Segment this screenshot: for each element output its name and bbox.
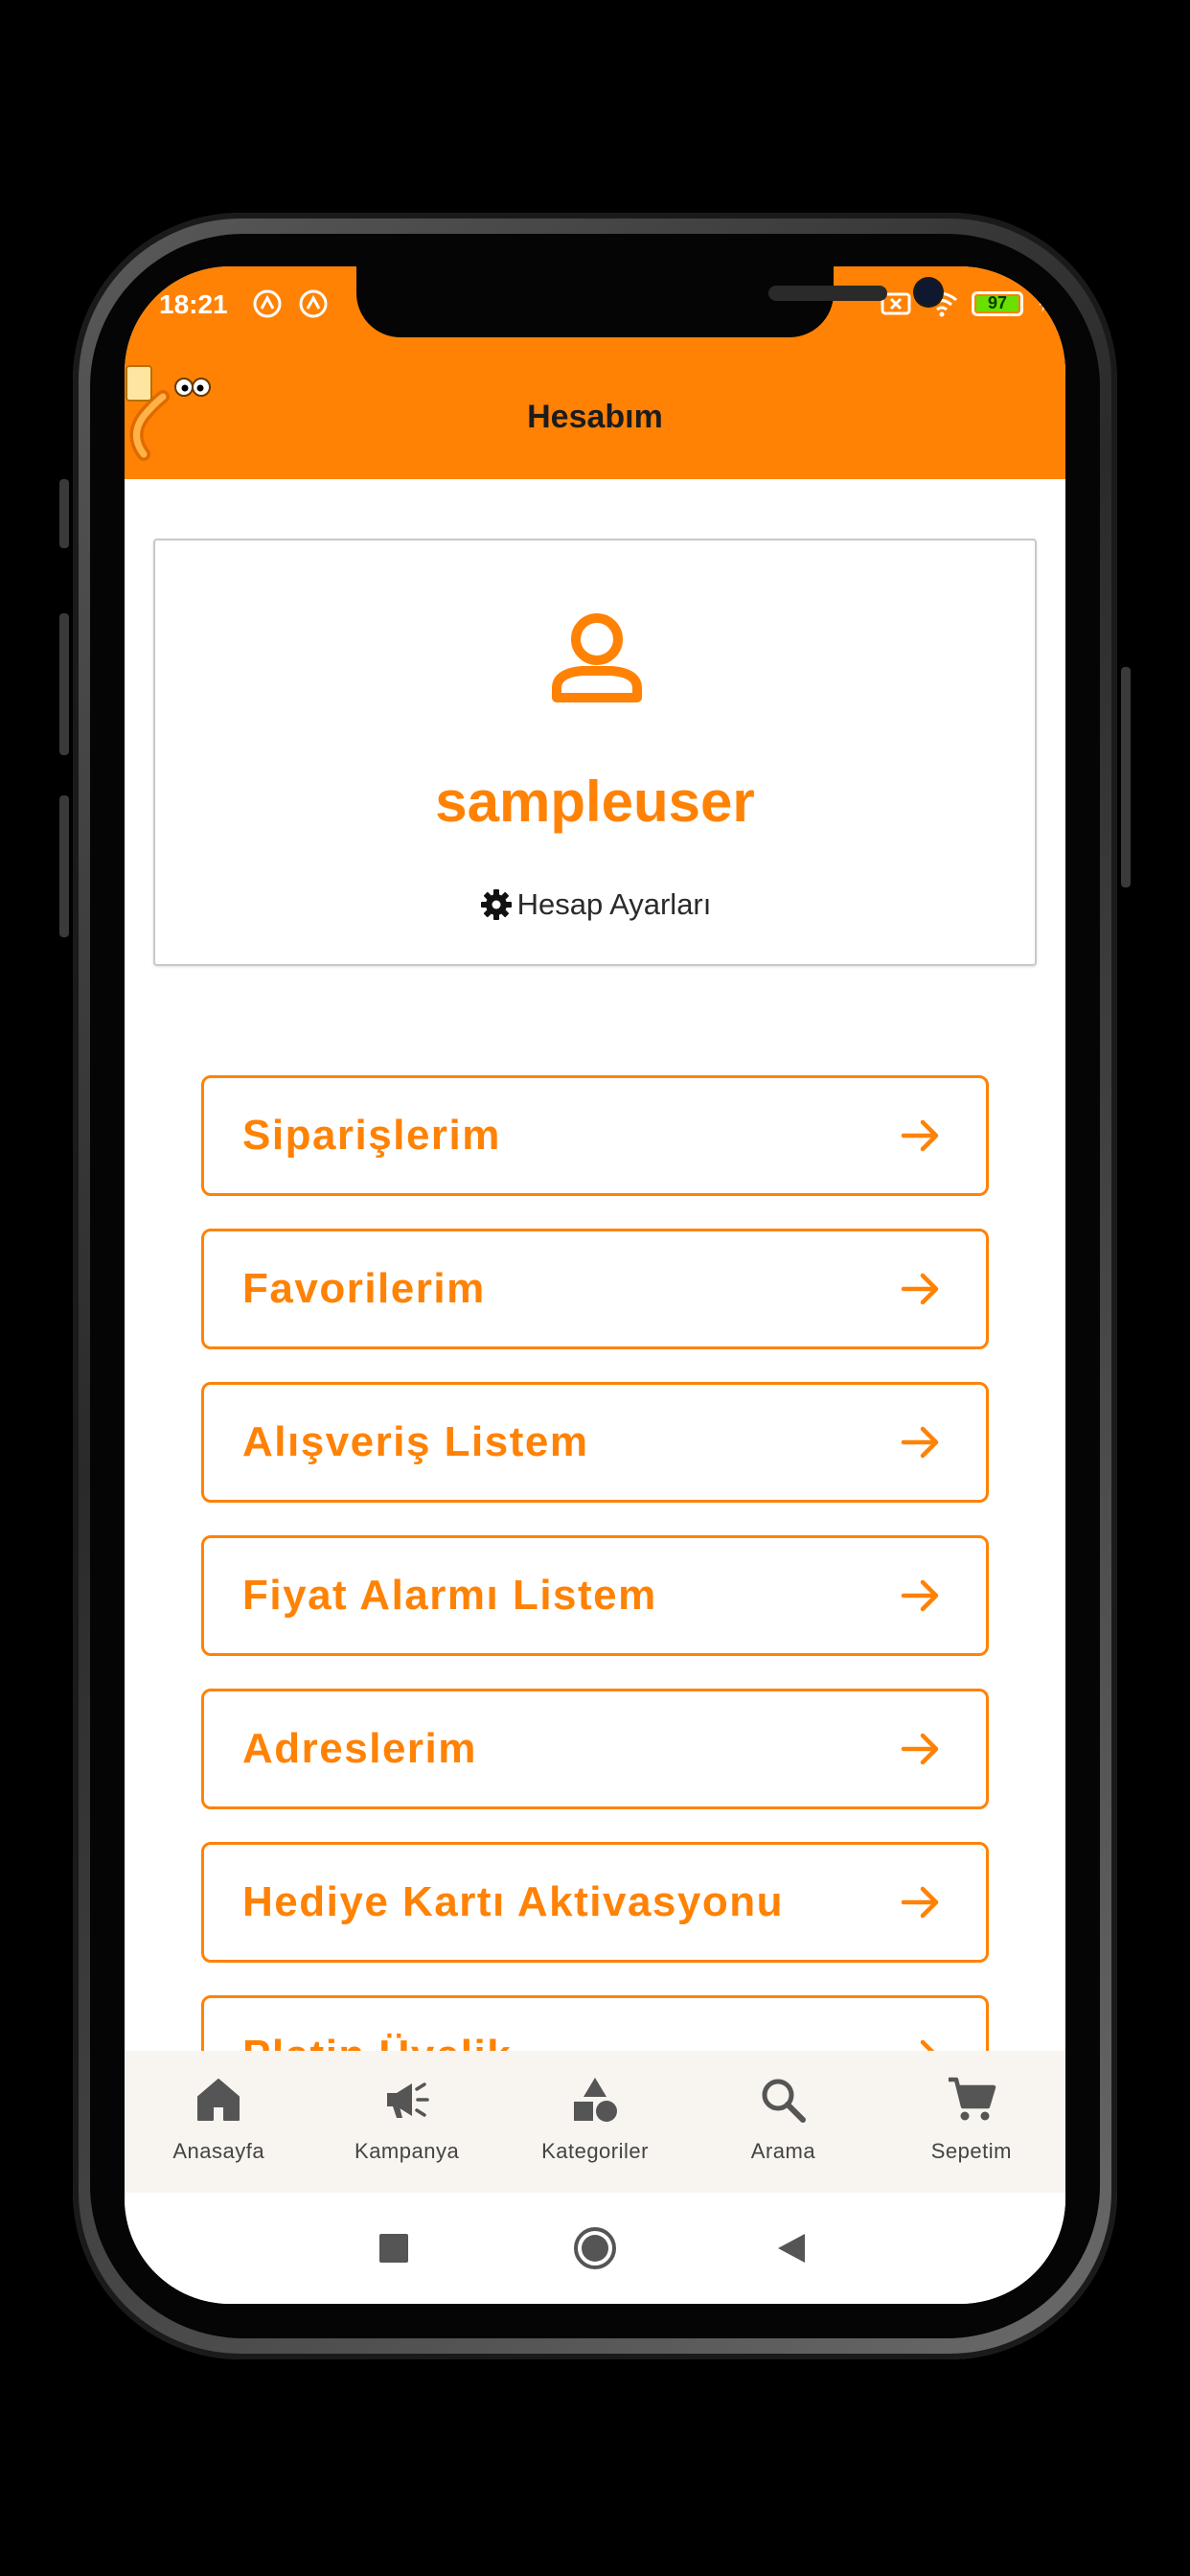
nav-label: Anasayfa [172,2139,265,2163]
app-screen: 18:21 97 Hesabım sampleuser Hesap Ayarla… [125,266,1065,2304]
back-button-icon[interactable] [774,2232,807,2265]
speaker-grill [768,286,887,301]
profile-card: sampleuser Hesap Ayarları [153,539,1037,966]
status-time: 18:21 [159,289,228,319]
menu-item-label: Siparişlerim [242,1112,501,1159]
notification-icon [299,289,328,318]
menu-item-favorites[interactable]: Favorilerim [201,1229,989,1349]
arrow-right-icon [901,1579,939,1612]
menu-item-label: Fiyat Alarmı Listem [242,1572,657,1619]
menu-item-label: Hediye Kartı Aktivasyonu [242,1878,784,1925]
nav-label: Arama [750,2139,816,2163]
page-title: Hesabım [527,399,663,435]
arrow-right-icon [901,1119,939,1152]
nav-label: Sepetim [930,2139,1012,2163]
cart-icon [948,2077,996,2121]
bottom-navigation: Anasayfa Kampanya Kategoriler Arama Sepe… [125,2051,1065,2193]
app-header: 18:21 97 Hesabım [125,266,1065,479]
gear-icon [480,889,512,920]
menu-item-label: Alışveriş Listem [242,1418,589,1465]
charging-icon [1039,295,1048,312]
nav-item-search[interactable]: Arama [689,2051,877,2193]
menu-item-label: Adreslerim [242,1725,477,1772]
arrow-right-icon [901,1426,939,1459]
phone-power-button [1121,667,1131,887]
menu-item-shopping-list[interactable]: Alışveriş Listem [201,1382,989,1503]
account-settings-link[interactable]: Hesap Ayarları [155,887,1035,922]
nav-item-categories[interactable]: Kategoriler [501,2051,689,2193]
user-icon [552,613,642,702]
nav-label: Kampanya [355,2139,460,2163]
username: sampleuser [435,770,755,834]
menu-item-price-alarm-list[interactable]: Fiyat Alarmı Listem [201,1535,989,1656]
arrow-right-icon [901,1886,939,1919]
account-settings-label: Hesap Ayarları [516,887,712,921]
status-icons-right: 97 [880,288,1056,320]
menu-item-label: Favorilerim [242,1265,486,1312]
recents-button-icon[interactable] [378,2233,409,2264]
phone-volume-down [59,795,69,937]
system-navigation-bar [125,2193,1065,2304]
nav-item-campaigns[interactable]: Kampanya [312,2051,500,2193]
camera-notch [356,266,941,337]
arrow-right-icon [901,1273,939,1305]
nav-label: Kategoriler [541,2139,649,2163]
nav-item-cart[interactable]: Sepetim [878,2051,1065,2193]
front-camera [916,280,941,305]
home-button-icon[interactable] [573,2226,617,2270]
home-icon [197,2079,240,2121]
menu-item-gift-card-activation[interactable]: Hediye Kartı Aktivasyonu [201,1842,989,1963]
nav-item-home[interactable]: Anasayfa [125,2051,312,2193]
menu-item-addresses[interactable]: Adreslerim [201,1689,989,1809]
phone-volume-up [59,613,69,755]
notification-icon [253,289,282,318]
phone-side-button [59,479,69,548]
battery-indicator: 97 [972,291,1023,316]
battery-level: 97 [987,293,1008,312]
status-icons-left [251,288,330,320]
search-icon [762,2079,807,2123]
megaphone-icon [386,2082,429,2118]
arrow-right-icon [901,1733,939,1765]
categories-icon [574,2078,618,2122]
menu-item-orders[interactable]: Siparişlerim [201,1075,989,1196]
